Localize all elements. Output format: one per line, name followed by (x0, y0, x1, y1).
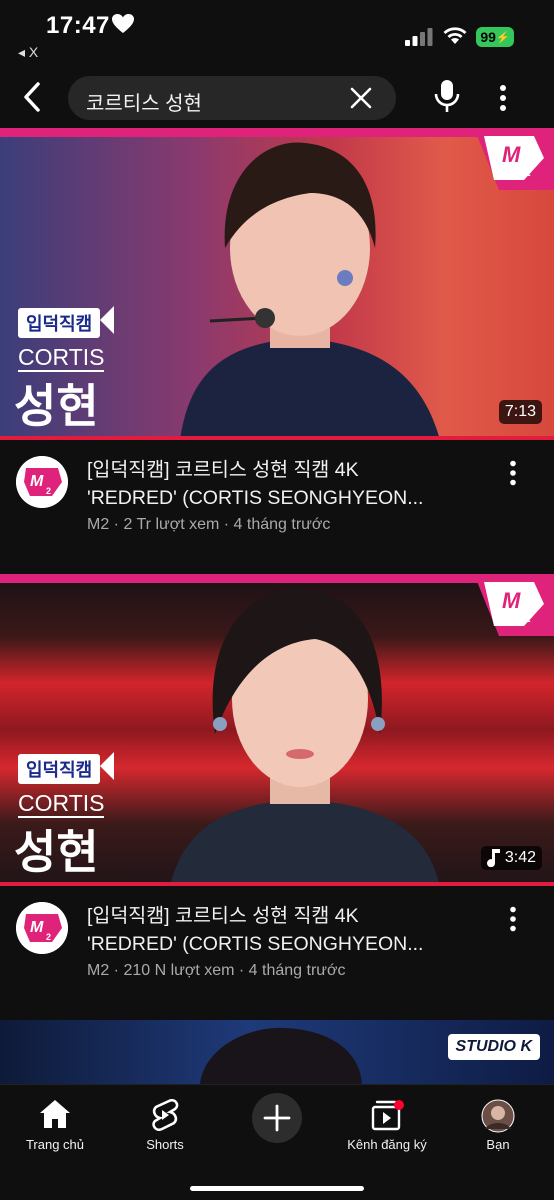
m2-channel-logo: M 2 (474, 128, 554, 190)
more-vert-icon[interactable] (506, 460, 520, 486)
video-thumbnail-3[interactable]: STUDIO K (0, 1020, 554, 1084)
shorts-icon (152, 1099, 179, 1131)
video-subtitle: M2 · 210 N lượt xem · 4 tháng trước (87, 962, 346, 979)
performer-image (200, 1027, 362, 1084)
channel-avatar[interactable]: M 2 (16, 902, 68, 954)
svg-text:2: 2 (524, 165, 531, 179)
video-subtitle: M2 · 2 Tr lượt xem · 4 tháng trước (87, 516, 331, 533)
video-title-line2[interactable]: 'REDRED' (CORTIS SEONGHYEON... (87, 930, 487, 958)
avatar (481, 1099, 515, 1133)
home-icon (40, 1100, 70, 1128)
fancam-tag: 입덕직캠 (18, 754, 101, 784)
video-title[interactable]: [입덕직캠] 코르티스 성현 직캠 4K 'REDRED' (CORTIS SE… (87, 902, 487, 958)
nav-you-label: Bạn (486, 1137, 510, 1152)
clear-icon[interactable] (348, 85, 374, 111)
group-name: CORTIS (18, 344, 105, 372)
video-title-line1[interactable]: [입덕직캠] 코르티스 성현 직캠 4K (87, 902, 487, 930)
battery-indicator: 99 ⚡ (476, 27, 514, 47)
studio-k-logo-text: STUDIO K (455, 1038, 532, 1055)
video-duration: 7:13 (498, 400, 542, 424)
svg-text:M: M (30, 919, 44, 936)
search-header: 코르티스 성현 (0, 66, 554, 128)
video-title[interactable]: [입덕직캠] 코르티스 성현 직캠 4K 'REDRED' (CORTIS SE… (87, 456, 487, 512)
duration-text: 3:42 (504, 849, 536, 866)
create-button[interactable] (252, 1093, 302, 1143)
nav-subscriptions-label: Kênh đăng ký (347, 1137, 427, 1152)
back-to-app-link[interactable]: ◂ X (18, 44, 38, 61)
wifi-icon (443, 27, 467, 44)
heart-icon (112, 14, 134, 33)
battery-level: 99 (480, 29, 496, 45)
performer-name: 성현 (14, 380, 99, 432)
svg-text:2: 2 (524, 611, 531, 625)
channel-avatar[interactable]: M 2 (16, 456, 68, 508)
status-time: 17:47 (46, 12, 110, 39)
performer-image (180, 142, 440, 440)
tag-arrow (100, 752, 114, 780)
more-vert-icon[interactable] (496, 84, 510, 112)
video-meta-2[interactable]: M 2 [입덕직캠] 코르티스 성현 직캠 4K 'REDRED' (CORTI… (0, 886, 554, 986)
fancam-tag: 입덕직캠 (18, 308, 101, 338)
nav-shorts-label: Shorts (146, 1137, 184, 1152)
more-vert-icon[interactable] (506, 906, 520, 932)
svg-text:M: M (30, 473, 44, 490)
svg-text:M: M (502, 588, 521, 613)
search-query[interactable]: 코르티스 성현 (86, 87, 202, 116)
home-indicator (190, 1186, 364, 1191)
studio-k-logo: STUDIO K (447, 1034, 540, 1060)
search-input[interactable]: 코르티스 성현 (68, 76, 396, 120)
plus-icon (263, 1104, 291, 1132)
back-icon[interactable] (18, 80, 48, 114)
group-name: CORTIS (18, 790, 105, 818)
svg-text:M: M (502, 142, 521, 167)
svg-text:2: 2 (46, 486, 51, 496)
status-bar: 17:47 ◂ X 99 ⚡ (0, 0, 554, 66)
nav-home-label: Trang chủ (25, 1137, 85, 1152)
video-meta-1[interactable]: M 2 [입덕직캠] 코르티스 성현 직캠 4K 'REDRED' (CORTI… (0, 440, 554, 540)
m2-channel-logo: M 2 (474, 574, 554, 636)
video-title-line1[interactable]: [입덕직캠] 코르티스 성현 직캠 4K (87, 456, 487, 484)
video-thumbnail-1[interactable]: M 2 입덕직캠 CORTIS 성현 7:13 (0, 128, 554, 440)
tag-arrow (100, 306, 114, 334)
signal-icon (405, 28, 433, 46)
bottom-nav: Trang chủ Shorts Kênh đăng ký Bạn (0, 1084, 554, 1200)
subscriptions-icon (371, 1100, 404, 1131)
mic-icon[interactable] (434, 80, 460, 114)
video-thumbnail-2[interactable]: M 2 입덕직캠 CORTIS 성현 3:42 (0, 574, 554, 886)
performer-name: 성현 (14, 826, 99, 878)
video-duration: 3:42 (480, 846, 542, 870)
music-note-icon (486, 849, 500, 867)
duration-text: 7:13 (504, 403, 536, 420)
video-title-line2[interactable]: 'REDRED' (CORTIS SEONGHYEON... (87, 484, 487, 512)
performer-image (170, 588, 440, 886)
svg-text:2: 2 (46, 932, 51, 942)
